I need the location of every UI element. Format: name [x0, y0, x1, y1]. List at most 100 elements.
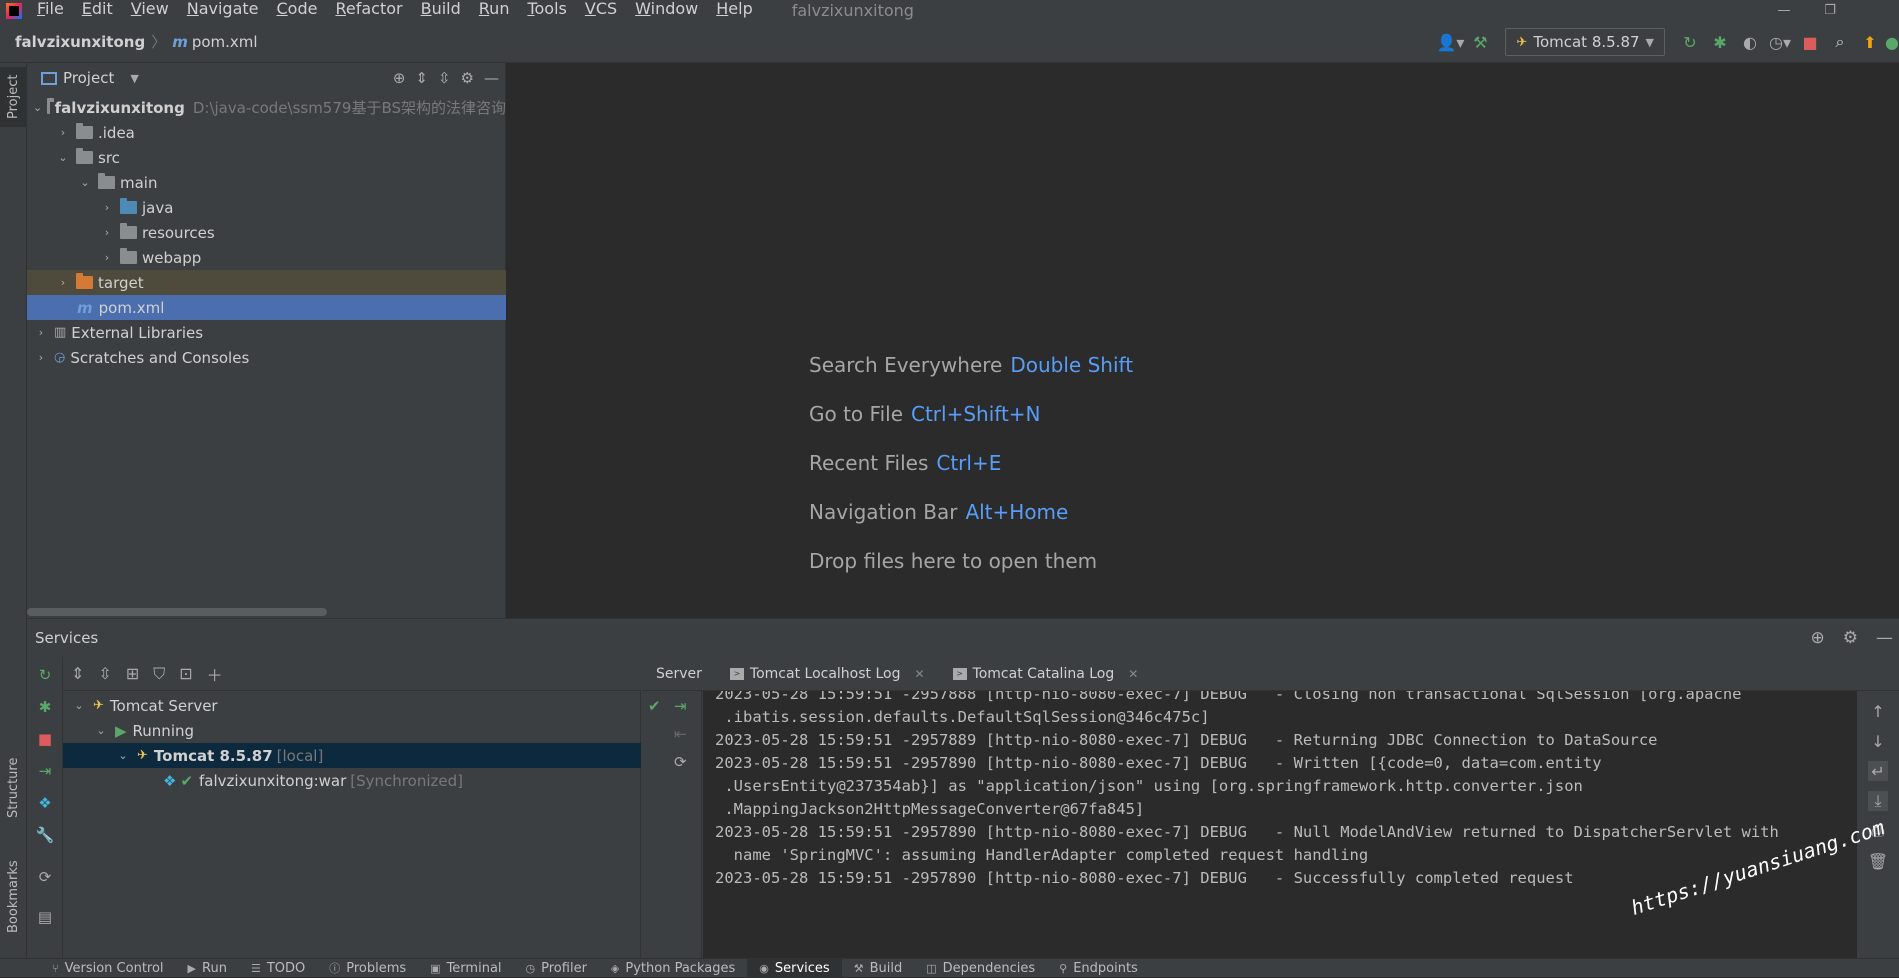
menu-tools[interactable]: Tools	[518, 0, 575, 21]
debug-icon[interactable]: ✱	[35, 697, 55, 717]
chevron-right-icon[interactable]: ›	[55, 276, 71, 289]
layout-icon[interactable]: ▤	[35, 907, 55, 927]
tree-item-idea[interactable]: › .idea	[27, 120, 506, 145]
scroll-to-end-icon[interactable]: ⤓	[1868, 791, 1888, 811]
tab-python-packages[interactable]: ◈ Python Packages	[599, 959, 747, 978]
chevron-right-icon[interactable]: ›	[99, 226, 115, 239]
add-service-icon[interactable]: ＋	[207, 662, 223, 686]
menu-build[interactable]: Build	[412, 0, 470, 21]
group-by-icon[interactable]: ⊞	[126, 664, 139, 683]
tab-terminal[interactable]: ▣ Terminal	[418, 959, 513, 978]
tab-catalina-log[interactable]: > Tomcat Catalina Log ✕	[939, 657, 1153, 691]
tab-todo[interactable]: ☰ TODO	[239, 959, 317, 978]
restore-icon[interactable]: ❐	[1807, 0, 1853, 21]
debug-icon[interactable]: ✱	[1705, 27, 1735, 57]
close-icon[interactable]: ✕	[1128, 667, 1138, 681]
chevron-right-icon[interactable]: ›	[33, 351, 49, 364]
tree-item-external-libraries[interactable]: › ▥ External Libraries	[27, 320, 506, 345]
tree-item-main[interactable]: ⌄ main	[27, 170, 506, 195]
menu-help[interactable]: Help	[707, 0, 761, 21]
chevron-down-icon[interactable]: ⌄	[115, 749, 131, 762]
tab-server[interactable]: Server	[642, 657, 716, 691]
update-icon[interactable]: ⬆	[1855, 27, 1885, 57]
tab-version-control[interactable]: ⑂ Version Control	[40, 959, 176, 978]
project-panel-title[interactable]: Project	[63, 69, 114, 87]
log-console[interactable]: 2023-05-28 15:59:51 -2957888 [http-nio-8…	[703, 691, 1883, 959]
search-icon[interactable]: ⌕	[1825, 27, 1855, 57]
tree-item-webapp[interactable]: › webapp	[27, 245, 506, 270]
chevron-down-icon[interactable]: ⌄	[71, 699, 87, 712]
deploy-icon[interactable]: ⇥	[35, 761, 55, 781]
tab-run[interactable]: ▶ Run	[176, 959, 239, 978]
tree-item-target[interactable]: › target	[27, 270, 506, 295]
chevron-right-icon[interactable]: ›	[55, 126, 71, 139]
menu-view[interactable]: View	[122, 0, 178, 21]
expand-all-icon[interactable]: ⇕	[415, 69, 428, 87]
wrench-icon[interactable]: 🔧	[35, 825, 55, 845]
menu-navigate[interactable]: Navigate	[178, 0, 268, 21]
arrow-down-icon[interactable]: ↓	[1868, 731, 1888, 751]
tab-services[interactable]: ◉ Services	[747, 958, 842, 978]
tab-localhost-log[interactable]: > Tomcat Localhost Log ✕	[716, 657, 939, 691]
chevron-down-icon[interactable]: ▼	[130, 72, 138, 85]
gear-icon[interactable]: ⚙	[1843, 628, 1858, 648]
run-config-selector[interactable]: ✈ Tomcat 8.5.87 ▼	[1505, 28, 1665, 56]
rerun-icon[interactable]: ↻	[35, 665, 55, 685]
tab-profiler[interactable]: ◷ Profiler	[514, 959, 599, 978]
locate-icon[interactable]: ⊕	[393, 69, 406, 87]
filter-icon[interactable]: ⛉	[153, 664, 165, 684]
tab-endpoints[interactable]: ⚲ Endpoints	[1047, 959, 1150, 978]
profile-icon[interactable]: ◷▾	[1765, 27, 1795, 57]
chevron-down-icon[interactable]: ⌄	[33, 101, 42, 114]
chevron-right-icon[interactable]: ›	[99, 251, 115, 264]
tree-item-src[interactable]: ⌄ src	[27, 145, 506, 170]
chevron-down-icon[interactable]: ⌄	[77, 176, 93, 189]
tree-item-running[interactable]: ⌄ ▶ Running	[63, 718, 641, 743]
hide-icon[interactable]: —	[484, 69, 499, 87]
plugin-icon[interactable]: ●	[1885, 27, 1899, 57]
tree-item-java[interactable]: › java	[27, 195, 506, 220]
tree-item-resources[interactable]: › resources	[27, 220, 506, 245]
expand-all-icon[interactable]: ⇕	[71, 664, 84, 683]
menu-run[interactable]: Run	[470, 0, 519, 21]
arrow-up-icon[interactable]: ↑	[1868, 701, 1888, 721]
rerun-icon[interactable]: ↻	[1675, 27, 1705, 57]
tree-item-war-artifact[interactable]: ❖ ✔ falvzixunxitong:war [Synchronized]	[63, 768, 641, 793]
undeploy-icon[interactable]: ⇤	[674, 725, 687, 743]
gear-icon[interactable]: ⚙	[461, 69, 474, 87]
collapse-all-icon[interactable]: ⇳	[438, 69, 451, 87]
menu-window[interactable]: Window	[626, 0, 707, 21]
tree-item-project-root[interactable]: ⌄ falvzixunxitong D:\java-code\ssm579基于B…	[27, 95, 506, 120]
coverage-icon[interactable]: ◐	[1735, 27, 1765, 57]
tree-item-tomcat-server[interactable]: ⌄ ✈ Tomcat Server	[63, 693, 641, 718]
bookmarks-tool-tab[interactable]: Bookmarks	[0, 847, 27, 947]
close-icon[interactable]: ✕	[914, 667, 924, 681]
project-tool-tab[interactable]: Project	[0, 67, 27, 127]
menu-code[interactable]: Code	[268, 0, 327, 21]
vcs-user-icon[interactable]: 👤▾	[1435, 27, 1465, 57]
stop-icon[interactable]: ■	[1795, 27, 1825, 57]
tree-item-tomcat-local[interactable]: ⌄ ✈ Tomcat 8.5.87 [local]	[63, 743, 641, 768]
hide-icon[interactable]: —	[1876, 628, 1893, 648]
tree-item-pom[interactable]: m pom.xml	[27, 295, 506, 320]
deploy-icon[interactable]: ⇥	[674, 697, 687, 715]
breadcrumb-project[interactable]: falvzixunxitong	[15, 33, 145, 51]
breadcrumb-file[interactable]: pom.xml	[192, 33, 258, 51]
chevron-down-icon[interactable]: ⌄	[55, 151, 71, 164]
chevron-right-icon[interactable]: ›	[99, 201, 115, 214]
collapse-all-icon[interactable]: ⇳	[98, 664, 111, 683]
tab-problems[interactable]: ⓘ Problems	[317, 959, 418, 978]
refresh-icon[interactable]: ⟳	[674, 753, 687, 771]
chevron-right-icon[interactable]: ›	[33, 326, 49, 339]
menu-edit[interactable]: Edit	[73, 0, 122, 21]
editor-area[interactable]: Search Everywhere Double Shift Go to File…	[507, 63, 1899, 618]
build-hammer-icon[interactable]: ⚒	[1465, 27, 1495, 57]
menu-refactor[interactable]: Refactor	[326, 0, 411, 21]
new-tab-icon[interactable]: ⊡	[179, 664, 192, 683]
menu-file[interactable]: File	[28, 0, 73, 21]
tab-dependencies[interactable]: ◫ Dependencies	[914, 959, 1047, 978]
horizontal-scrollbar[interactable]	[27, 608, 327, 616]
stop-icon[interactable]: ■	[35, 729, 55, 749]
trash-icon[interactable]: 🗑	[1868, 851, 1888, 871]
chevron-down-icon[interactable]: ⌄	[93, 724, 109, 737]
